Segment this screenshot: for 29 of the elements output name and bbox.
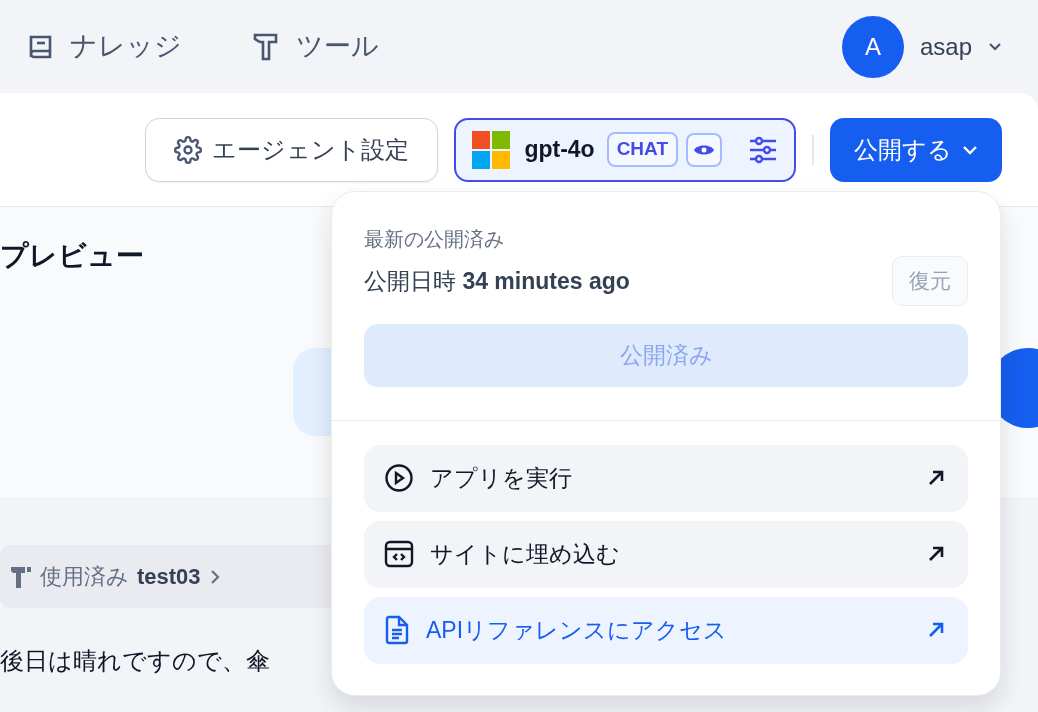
external-arrow-icon xyxy=(928,470,944,486)
preview-title: プレビュー xyxy=(0,240,144,271)
user-avatar[interactable]: A xyxy=(841,15,904,78)
nav-link[interactable]: ツール xyxy=(252,26,379,67)
menu-heading: 最新の公開済み xyxy=(364,227,505,252)
agent-settings-button[interactable]: エージェント設定 xyxy=(145,117,439,182)
publish-button[interactable]: 公開する xyxy=(830,117,1002,182)
chevron-icon xyxy=(208,567,221,586)
external-arrow-icon xyxy=(928,622,944,638)
chat-message: 後日は晴れですので、傘 xyxy=(0,646,270,676)
sliders-icon[interactable] xyxy=(748,134,778,165)
caret-icon xyxy=(962,144,978,155)
hammer-icon xyxy=(10,564,32,589)
model-tag: CHAT xyxy=(606,132,678,167)
published-time: 公開日時 34 minutes ago xyxy=(364,266,630,296)
code-window-icon xyxy=(384,540,414,568)
menu-action[interactable]: APIリファレンスにアクセス xyxy=(364,596,968,664)
nav-link[interactable]: ナレッジ xyxy=(28,26,182,67)
user-name[interactable]: asap xyxy=(919,28,972,65)
caret-icon[interactable] xyxy=(988,41,1002,52)
hammer-icon xyxy=(252,31,280,62)
play-icon xyxy=(384,463,414,493)
model-selector[interactable]: gpt-4o CHAT xyxy=(454,117,796,182)
menu-action[interactable]: サイトに埋め込む xyxy=(364,520,968,588)
windows-logo-icon xyxy=(472,130,511,169)
external-arrow-icon xyxy=(928,546,944,562)
settings-icon xyxy=(174,135,203,164)
document-icon xyxy=(384,615,410,645)
menu-action[interactable]: アプリを実行 xyxy=(364,444,968,512)
